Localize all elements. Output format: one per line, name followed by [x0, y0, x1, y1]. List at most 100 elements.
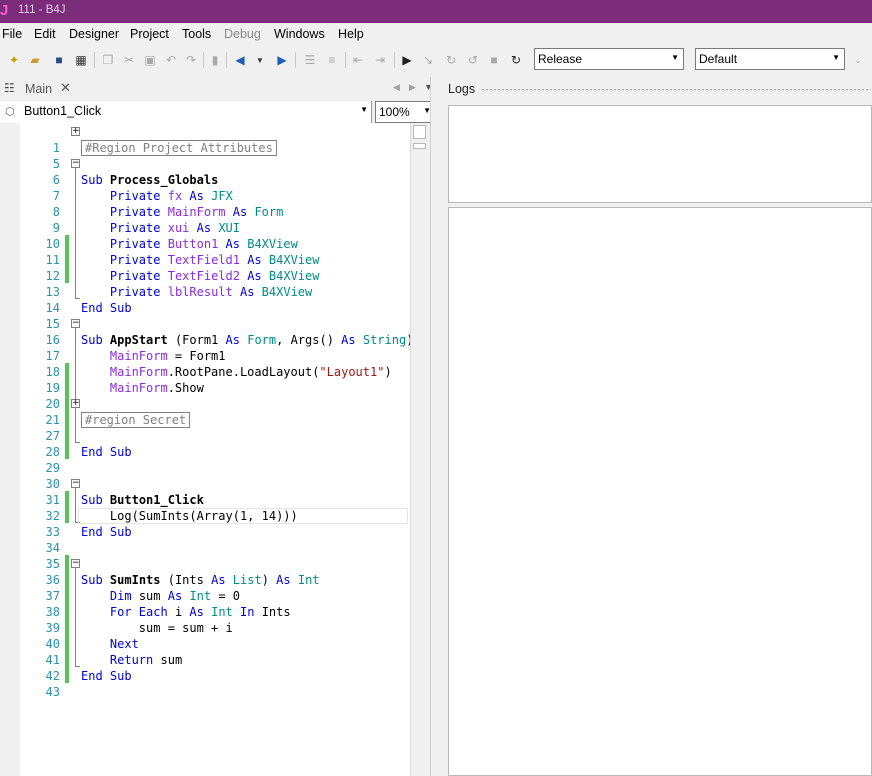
zoom-value: 100%: [379, 105, 410, 119]
copy-icon[interactable]: ❐: [100, 52, 116, 68]
bookmark-icon[interactable]: ▮: [207, 52, 223, 68]
save-icon[interactable]: ■: [51, 52, 67, 68]
code-line: 31− Sub Button1_Click: [45, 478, 204, 508]
tab-scroll-left-icon[interactable]: ◀: [393, 82, 400, 93]
code-line: 9 Private xui As XUI: [52, 221, 241, 235]
run-icon[interactable]: ▶: [399, 52, 415, 68]
tab-main-label: Main: [25, 82, 53, 96]
main-toolbar: ✦ ▰ ■ ▦ ❐ ✂ ▣ ↶ ↷ ▮ ◀ ▼ ▶ ☰ ≡ ⇤ ⇥ ▶ ↘ ↻ …: [0, 45, 872, 75]
code-line: 6− Sub Process_Globals: [52, 158, 219, 188]
logs-output[interactable]: [448, 207, 872, 776]
b4j-app-icon: J: [0, 2, 9, 19]
comment-icon[interactable]: ≡: [324, 52, 340, 68]
code-line: 34: [45, 541, 60, 555]
new-file-icon[interactable]: ✦: [6, 52, 22, 68]
toolbar-overflow-icon[interactable]: ⌄: [850, 52, 866, 68]
cut-icon[interactable]: ✂: [121, 52, 137, 68]
expand-icon[interactable]: +: [71, 127, 80, 136]
chevron-down-icon: ▼: [360, 105, 368, 114]
menu-debug[interactable]: Debug: [224, 27, 261, 41]
code-editor[interactable]: 1 + #Region Project Attributes 5 6− Sub Pro…: [20, 123, 410, 776]
build-config-select[interactable]: Release ▼: [534, 48, 684, 70]
indent-icon[interactable]: ⇥: [372, 52, 388, 68]
chevron-down-icon: ▼: [671, 53, 679, 62]
code-line: 35: [45, 557, 60, 571]
close-icon[interactable]: ✕: [60, 80, 71, 96]
code-line: 32 Log(SumInts(Array(1, 14))): [45, 509, 298, 523]
code-line: 17 MainForm = Form1: [45, 349, 226, 363]
outdent-icon[interactable]: ⇤: [350, 52, 366, 68]
stop-icon[interactable]: ■: [486, 52, 502, 68]
menu-tools[interactable]: Tools: [182, 27, 211, 41]
code-line: 15: [45, 317, 60, 331]
step-out-icon[interactable]: ↺: [465, 52, 481, 68]
code-line: 14 End Sub: [45, 301, 132, 315]
code-line: 21 + #region Secret: [20, 396, 410, 428]
tab-main[interactable]: ☷ Main ✕: [0, 77, 75, 100]
code-line: 43: [45, 685, 60, 699]
menu-bar: File Edit Designer Project Tools Debug W…: [0, 23, 872, 45]
zoom-select[interactable]: 100% ▼: [375, 101, 435, 123]
scrollbar-thumb[interactable]: [413, 125, 426, 139]
menu-edit[interactable]: Edit: [34, 27, 56, 41]
paste-icon[interactable]: ▣: [142, 52, 158, 68]
module-icon: ☷: [4, 81, 15, 95]
panel-grip[interactable]: [481, 88, 871, 91]
code-line: 33 End Sub: [45, 525, 132, 539]
method-select-value: Button1_Click: [24, 104, 102, 118]
collapse-icon[interactable]: −: [71, 319, 80, 328]
code-line: 19 MainForm.Show: [45, 381, 204, 395]
navigate-forward-icon[interactable]: ▶: [274, 52, 290, 68]
code-line: 42 End Sub: [45, 669, 132, 683]
editor-subbar: Button1_Click ▼ ⬡ 100% ▼: [0, 101, 438, 123]
back-dropdown-icon[interactable]: ▼: [252, 52, 268, 68]
save-all-icon[interactable]: ▦: [73, 52, 89, 68]
editor-tabstrip: ☷ Main ✕ ◀ ▶ ▼: [0, 77, 438, 100]
code-line: 20: [45, 397, 60, 411]
collapse-icon[interactable]: −: [71, 479, 80, 488]
code-line: 10 Private Button1 As B4XView: [45, 237, 298, 251]
device-select[interactable]: Default ▼: [695, 48, 845, 70]
logs-title: Logs: [448, 82, 476, 96]
code-line: 39 sum = sum + i: [45, 621, 233, 635]
logs-panel: Logs: [443, 77, 872, 776]
title-bar: J 111 - B4J: [0, 0, 872, 23]
navigate-back-icon[interactable]: ◀: [232, 52, 248, 68]
step-over-icon[interactable]: ↻: [443, 52, 459, 68]
menu-windows[interactable]: Windows: [274, 27, 325, 41]
expand-icon[interactable]: +: [71, 399, 80, 408]
undo-icon[interactable]: ↶: [163, 52, 179, 68]
menu-designer[interactable]: Designer: [69, 27, 119, 41]
code-line: 7 Private fx As JFX: [52, 189, 233, 203]
restart-icon[interactable]: ↻: [508, 52, 524, 68]
menu-file[interactable]: File: [2, 27, 22, 41]
code-line: 27: [45, 429, 60, 443]
method-select[interactable]: Button1_Click ▼: [0, 101, 372, 123]
code-line: 29: [45, 461, 60, 475]
pane-splitter[interactable]: [430, 77, 440, 776]
code-line: 36− Sub SumInts (Ints As List) As Int: [45, 558, 320, 588]
menu-help[interactable]: Help: [338, 27, 364, 41]
scrollbar-split-button[interactable]: [413, 143, 426, 149]
menu-project[interactable]: Project: [130, 27, 169, 41]
open-folder-icon[interactable]: ▰: [27, 52, 43, 68]
window-title: 111 - B4J: [18, 4, 66, 16]
device-value: Default: [699, 52, 738, 66]
logs-filter-area[interactable]: [448, 105, 872, 203]
code-line: 28 End Sub: [45, 445, 132, 459]
code-line: 30: [45, 477, 60, 491]
code-line: 13 Private lblResult As B4XView: [45, 285, 313, 299]
tab-scroll-right-icon[interactable]: ▶: [409, 82, 416, 93]
editor-vertical-scrollbar[interactable]: [410, 123, 427, 776]
step-into-icon[interactable]: ↘: [420, 52, 436, 68]
code-line: 18 MainForm.RootPane.LoadLayout("Layout1…: [45, 365, 392, 379]
build-config-value: Release: [538, 52, 583, 66]
collapse-icon[interactable]: −: [71, 159, 80, 168]
collapse-icon[interactable]: −: [71, 559, 80, 568]
code-line: 8 Private MainForm As Form: [52, 205, 284, 219]
redo-icon[interactable]: ↷: [183, 52, 199, 68]
chevron-down-icon: ▼: [832, 53, 840, 62]
format-icon[interactable]: ☰: [302, 52, 318, 68]
method-cube-icon: ⬡: [5, 106, 15, 118]
code-line: 37 Dim sum As Int = 0: [45, 589, 241, 603]
